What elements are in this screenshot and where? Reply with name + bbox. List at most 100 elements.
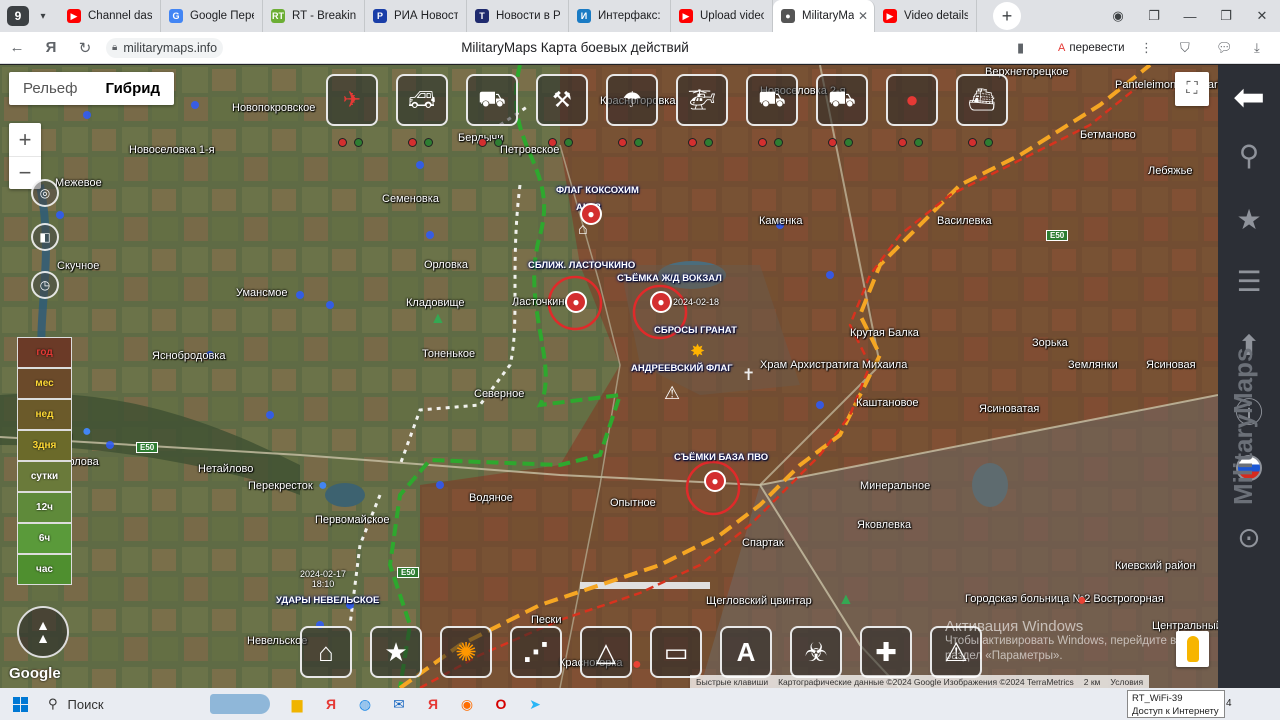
ukraine-filter-dot[interactable] xyxy=(844,138,853,147)
chat-icon[interactable]: 💬︎ xyxy=(1216,40,1233,56)
compass-control[interactable]: ▲ ▲ xyxy=(17,606,69,658)
keyboard-shortcuts-link[interactable]: Быстрые клавиши xyxy=(696,677,768,687)
russia-filter-dot[interactable] xyxy=(828,138,837,147)
more-icon[interactable]: ⋮ xyxy=(1140,40,1153,56)
close-tab-icon[interactable]: ✕ xyxy=(858,9,868,23)
back-button[interactable]: ← xyxy=(0,39,34,56)
translate-button[interactable]: A перевести xyxy=(1050,38,1133,58)
ukraine-filter-dot[interactable] xyxy=(494,138,503,147)
marker-label[interactable]: СЪЁМКИ БАЗА ПВО xyxy=(674,452,768,463)
route-icon[interactable]: ⊙ xyxy=(1218,521,1280,554)
chevron-down-icon[interactable]: ▾ xyxy=(33,11,53,22)
rocket-launcher-icon[interactable]: ⛟ xyxy=(466,74,518,126)
terms-link[interactable]: Условия xyxy=(1110,677,1143,687)
yandex-icon[interactable]: Я xyxy=(416,690,450,718)
maximize-button[interactable]: ❐ xyxy=(1208,8,1244,24)
browser-tab[interactable]: RT RT - Breaking xyxy=(263,0,365,32)
tank-icon[interactable]: ⛟ xyxy=(746,74,798,126)
start-button[interactable] xyxy=(0,696,40,712)
opera-icon[interactable]: O xyxy=(484,690,518,718)
ukraine-filter-dot[interactable] xyxy=(354,138,363,147)
text-icon[interactable]: A xyxy=(720,626,772,678)
russia-filter-dot[interactable] xyxy=(618,138,627,147)
marker-label[interactable]: АНДРЕЕВСКИЙ ФЛАГ xyxy=(631,363,733,374)
russia-filter-dot[interactable] xyxy=(478,138,487,147)
speaker-icon[interactable]: ◧ xyxy=(31,223,59,251)
reload-button[interactable]: ↻ xyxy=(68,39,102,57)
time-filter-2[interactable]: нед xyxy=(17,399,72,430)
star-icon[interactable]: ★ xyxy=(370,626,422,678)
aircraft-icon[interactable]: ✈ xyxy=(326,74,378,126)
minimize-button[interactable]: — xyxy=(1172,9,1208,24)
firefox-icon[interactable]: ◉ xyxy=(450,690,484,718)
russia-filter-dot[interactable] xyxy=(408,138,417,147)
biohazard-icon[interactable]: ☣ xyxy=(790,626,842,678)
url-field[interactable]: 🔒︎ militarymaps.info xyxy=(106,37,224,58)
ukraine-filter-dot[interactable] xyxy=(564,138,573,147)
file-explorer-icon[interactable]: ▆ xyxy=(280,690,314,718)
time-filter-0[interactable]: год xyxy=(17,337,72,368)
profile-icon[interactable]: ◉ xyxy=(1100,8,1136,24)
browser-tab[interactable]: ● MilitaryMa ✕ xyxy=(773,0,875,32)
medical-icon[interactable]: ✚ xyxy=(860,626,912,678)
time-filter-1[interactable]: мес xyxy=(17,368,72,399)
browser-tab[interactable]: ▶ Video details xyxy=(875,0,977,32)
route-icon[interactable]: ⋰ xyxy=(510,626,562,678)
ship-icon[interactable]: ⛴ xyxy=(956,74,1008,126)
map-canvas[interactable]: НовопокровскоеБердычиПетровскоеНовоселов… xyxy=(0,65,1218,688)
arrow-left-icon[interactable]: ⬅ xyxy=(1218,75,1280,120)
tab-counter-button[interactable]: 9 xyxy=(7,6,29,26)
paratrooper-icon[interactable]: ☂ xyxy=(606,74,658,126)
zoom-in-button[interactable]: + xyxy=(9,123,41,156)
fire-icon[interactable]: ✺ xyxy=(440,626,492,678)
list-icon[interactable]: ☰ xyxy=(1218,265,1280,298)
ukraine-filter-dot[interactable] xyxy=(704,138,713,147)
infantry-icon[interactable]: ● xyxy=(886,74,938,126)
fullscreen-button[interactable]: ⛶ xyxy=(1175,72,1209,106)
yandex-home-icon[interactable]: Я xyxy=(34,39,68,56)
time-filter-4[interactable]: сутки xyxy=(17,461,72,492)
clock-icon[interactable]: ◷ xyxy=(31,271,59,299)
russia-filter-dot[interactable] xyxy=(338,138,347,147)
church-pin-icon[interactable]: ✝ xyxy=(742,365,755,385)
marker-label[interactable]: СЪЁМКА Ж/Д ВОКЗАЛ xyxy=(617,273,722,284)
russia-filter-dot[interactable] xyxy=(968,138,977,147)
fortification-marker-icon[interactable]: ⌂ xyxy=(578,221,588,239)
marker-label[interactable]: СБРОСЫ ГРАНАТ xyxy=(654,325,737,336)
ruler-icon[interactable]: ▭ xyxy=(650,626,702,678)
yandex-browser-icon[interactable]: Я xyxy=(314,690,348,718)
time-filter-3[interactable]: 3дня xyxy=(17,430,72,461)
warning-marker-icon[interactable]: ⚠ xyxy=(664,383,680,404)
self-propelled-gun-icon[interactable]: ⛟ xyxy=(816,74,868,126)
explosion-marker-icon[interactable]: ✸ xyxy=(690,341,705,362)
edge-icon[interactable]: ◍ xyxy=(348,690,382,718)
map-pin-icon[interactable]: ⚲ xyxy=(1218,139,1280,172)
fortification-icon[interactable]: ⌂ xyxy=(300,626,352,678)
downloads-icon[interactable]: ⤓ xyxy=(1254,40,1260,56)
hospital-pin-icon[interactable]: ● xyxy=(632,656,642,674)
close-window-button[interactable]: ✕ xyxy=(1244,8,1280,24)
hospital-pin-icon[interactable]: ● xyxy=(1077,592,1087,610)
ukraine-filter-dot[interactable] xyxy=(424,138,433,147)
infantry-marker[interactable]: ● xyxy=(704,470,726,492)
marker-label[interactable]: УДАРЫ НЕВЕЛЬСКОЕ xyxy=(276,595,379,606)
park-pin-icon[interactable]: ▲ xyxy=(838,591,854,609)
browser-tab[interactable]: ▶ Channel dash xyxy=(59,0,161,32)
arrow-down-icon[interactable]: ▲ xyxy=(36,631,50,645)
mail-icon[interactable]: ✉ xyxy=(382,690,416,718)
map-type-hybrid-button[interactable]: Гибрид xyxy=(91,72,174,105)
browser-tab[interactable]: И Интерфакс: н xyxy=(569,0,671,32)
ukraine-filter-dot[interactable] xyxy=(914,138,923,147)
shop-pin-icon[interactable]: ● xyxy=(82,423,92,441)
browser-tab[interactable]: T Новости в Ро xyxy=(467,0,569,32)
location-target-icon[interactable]: ◎ xyxy=(31,179,59,207)
telegram-icon[interactable]: ➤ xyxy=(518,690,552,718)
taskbar-search[interactable]: ⚲ Поиск xyxy=(40,690,200,718)
russia-filter-dot[interactable] xyxy=(688,138,697,147)
infantry-marker[interactable]: ● xyxy=(565,291,587,313)
russia-filter-dot[interactable] xyxy=(758,138,767,147)
time-filter-6[interactable]: 6ч xyxy=(17,523,72,554)
triangle-route-icon[interactable]: △ xyxy=(580,626,632,678)
russia-filter-dot[interactable] xyxy=(548,138,557,147)
bookmark-icon[interactable]: ▮ xyxy=(1017,40,1024,56)
